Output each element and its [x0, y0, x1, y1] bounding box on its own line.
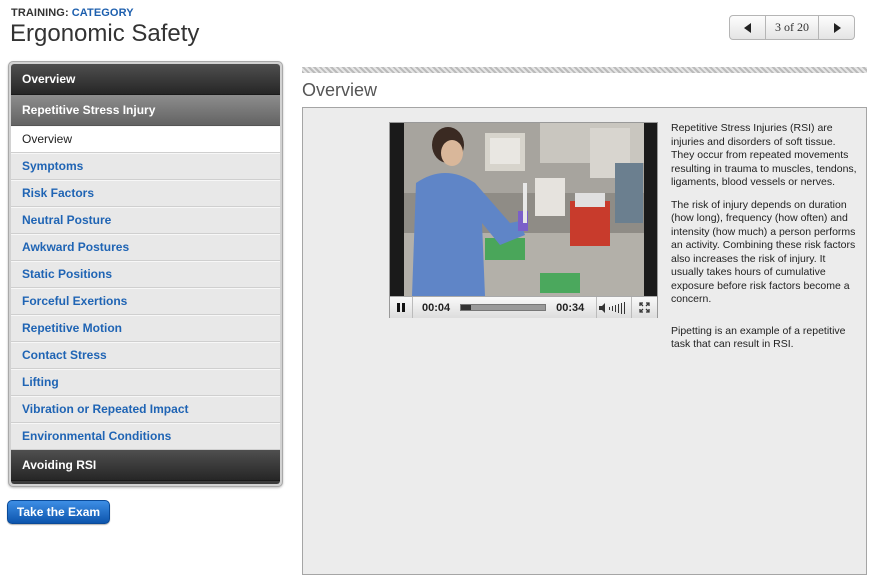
video-frame[interactable] [390, 123, 657, 296]
next-page-button[interactable] [818, 16, 854, 39]
rsi-item-list: Overview Symptoms Risk Factors Neutral Post… [11, 126, 280, 450]
content-panel: 00:04 00:34 Repetitive Stress Injuries (… [302, 107, 867, 575]
sidebar-item-vibration-or-repeated-impact[interactable]: Vibration or Repeated Impact [11, 396, 280, 423]
sidebar-item-symptoms[interactable]: Symptoms [11, 153, 280, 180]
sidebar-item-awkward-postures[interactable]: Awkward Postures [11, 234, 280, 261]
pause-button[interactable] [390, 297, 413, 318]
sidebar-footer [11, 481, 280, 484]
page-count: 3 of 20 [775, 20, 809, 34]
volume-control[interactable] [596, 297, 631, 318]
video-player[interactable]: 00:04 00:34 [389, 122, 658, 318]
description-paragraph-3: Pipetting is an example of a repetitive … [671, 324, 846, 351]
divider-stripe [302, 67, 867, 73]
sidebar-item-risk-factors[interactable]: Risk Factors [11, 180, 280, 207]
section-heading: Overview [302, 80, 378, 100]
sidebar-item-static-positions[interactable]: Static Positions [11, 261, 280, 288]
pager: 3 of 20 [729, 15, 855, 40]
header-training: TRAINING: CATEGORY [11, 7, 134, 19]
take-exam-button[interactable]: Take the Exam [7, 500, 110, 524]
sidebar-item-repetitive-motion[interactable]: Repetitive Motion [11, 315, 280, 342]
description-paragraph-1: Repetitive Stress Injuries (RSI) are inj… [671, 122, 857, 188]
arrow-right-icon [833, 22, 841, 33]
arrow-left-icon [743, 22, 751, 33]
duration-time: 00:34 [556, 301, 585, 314]
training-label: TRAINING: [11, 7, 69, 19]
pause-icon [397, 303, 405, 312]
fullscreen-icon [639, 302, 650, 313]
video-controls: 00:04 00:34 [390, 296, 657, 318]
sidebar-item-contact-stress[interactable]: Contact Stress [11, 342, 280, 369]
sidebar-item-neutral-posture[interactable]: Neutral Posture [11, 207, 280, 234]
sidebar-item-forceful-exertions[interactable]: Forceful Exertions [11, 288, 280, 315]
seek-bar-fill [461, 305, 472, 310]
fullscreen-button[interactable] [631, 297, 656, 318]
lab-scene-image [390, 123, 657, 296]
seek-bar[interactable] [460, 304, 547, 311]
prev-page-button[interactable] [730, 16, 766, 39]
page-title: Ergonomic Safety [10, 20, 200, 47]
description-paragraph-2: The risk of injury depends on duration (… [671, 198, 856, 306]
sidebar-item-overview[interactable]: Overview [11, 126, 280, 153]
category-link[interactable]: CATEGORY [72, 7, 134, 19]
sidebar-section-overview[interactable]: Overview [11, 64, 280, 95]
sidebar-section-avoiding-rsi[interactable]: Avoiding RSI [11, 450, 280, 481]
volume-icon [599, 301, 626, 314]
sidebar-section-rsi[interactable]: Repetitive Stress Injury [11, 95, 280, 126]
current-time: 00:04 [422, 301, 451, 314]
description-text: Repetitive Stress Injuries (RSI) are inj… [671, 122, 859, 361]
sidebar-item-environmental-conditions[interactable]: Environmental Conditions [11, 423, 280, 450]
sidebar: Overview Repetitive Stress Injury Overvi… [8, 61, 283, 487]
sidebar-item-lifting[interactable]: Lifting [11, 369, 280, 396]
